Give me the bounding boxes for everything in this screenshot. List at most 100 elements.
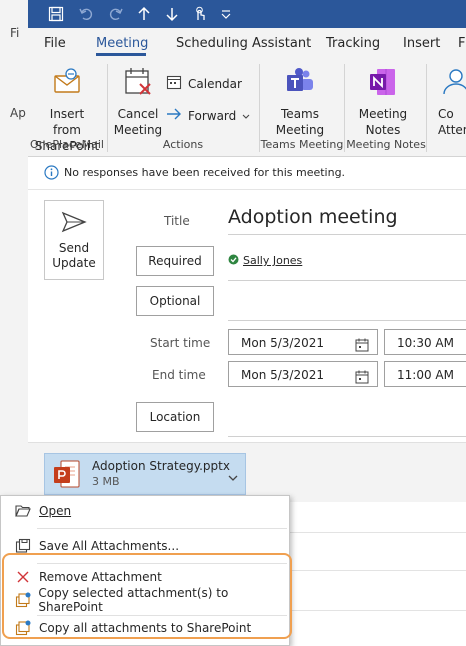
menu-item-open[interactable]: Open [1,500,289,522]
forward-label: Forward [188,108,237,123]
background-menu-fragment: Fi [10,26,20,40]
menu-separator [37,528,287,529]
arrow-up-icon[interactable] [132,0,156,28]
title-input[interactable]: Adoption meeting [228,206,398,228]
arrow-down-icon[interactable] [160,0,184,28]
menu-item-remove-attachment[interactable]: Remove Attachment [1,566,289,588]
calendar-picker-icon[interactable] [355,335,369,361]
sharepoint-copy-all-icon [13,620,33,636]
group-label-oneplacemail: OnePlaceMail [30,138,104,151]
meeting-notes-line1: Meeting [358,107,408,121]
location-underline [228,436,466,437]
tab-file[interactable]: File [44,36,66,51]
teams-meeting-line2: Meeting [275,123,325,137]
forward-button[interactable]: Forward [166,106,250,125]
undo-icon[interactable] [74,0,98,28]
info-icon [44,165,59,183]
required-button[interactable]: Required [136,246,214,276]
end-time-value: 11:00 AM [397,368,454,382]
group-label-meeting-notes: Meeting Notes [346,138,426,151]
tab-meeting[interactable]: Meeting [96,36,148,51]
send-update-line2: Update [52,256,96,270]
chevron-down-icon[interactable] [228,471,238,485]
title-label: Title [164,214,190,228]
start-date-picker[interactable]: Mon 5/3/2021 [228,329,378,355]
start-time-value: 10:30 AM [397,336,454,350]
location-button[interactable]: Location [136,402,214,432]
attachment-context-menu: Open Save All Attachments... Remove Atta… [0,495,290,646]
meeting-form: Send Update Title Adoption meeting Requi… [28,190,466,440]
forward-arrow-icon [166,106,182,125]
menu-item-open-label: Open [39,504,72,518]
insert-sharepoint-line1: Insert from [49,107,85,137]
start-date-value: Mon 5/3/2021 [241,336,325,350]
required-attendee-sally-jones[interactable]: Sally Jones [243,254,302,267]
title-underline [228,234,466,235]
cancel-meeting-line1: Cancel [117,107,159,121]
optional-underline [228,320,466,321]
contact-attendees-line1: Co [438,107,454,121]
remove-x-icon [13,570,33,584]
ribbon-group-separator [426,64,427,152]
title-bar [28,0,466,28]
teams-icon [268,66,332,102]
accepted-check-icon [228,254,239,268]
calendar-label: Calendar [188,76,242,91]
send-update-button[interactable]: Send Update [44,200,104,280]
teams-meeting-line1: Teams [281,107,319,121]
contact-attendees-button[interactable]: Co Atten [438,66,466,138]
teams-meeting-button[interactable]: Teams Meeting [268,66,332,138]
end-time-label: End time [152,368,206,382]
start-time-label: Start time [150,336,211,350]
menu-item-copy-selected-label: Copy selected attachment(s) to SharePoin… [38,586,229,614]
attachment-size: 3 MB [92,475,120,488]
touch-mode-icon[interactable] [188,0,212,28]
ribbon-tabs: File Meeting Scheduling Assistant Tracki… [28,28,466,60]
group-label-actions: Actions [162,138,204,151]
attachment-area: Adoption Strategy.pptx 3 MB [28,442,466,503]
menu-item-save-all-label: Save All Attachments... [39,539,180,553]
optional-button[interactable]: Optional [136,286,214,316]
save-icon[interactable] [44,0,68,28]
required-underline [228,280,466,281]
ribbon-group-separator [344,64,345,152]
tab-format[interactable]: F [458,36,465,51]
send-update-line1: Send [58,241,90,255]
menu-item-save-all-attachments[interactable]: Save All Attachments... [1,535,289,557]
tab-tracking[interactable]: Tracking [326,36,380,51]
meeting-notes-line2: Notes [365,123,401,137]
info-bar-text: No responses have been received for this… [64,166,346,179]
powerpoint-file-icon [53,459,81,492]
end-date-value: Mon 5/3/2021 [241,368,325,382]
menu-item-copy-selected-to-sharepoint[interactable]: Copy selected attachment(s) to SharePoin… [1,586,289,614]
meeting-notes-button[interactable]: Meeting Notes [352,66,414,138]
calendar-cancel-icon [112,66,164,102]
end-date-picker[interactable]: Mon 5/3/2021 [228,361,378,387]
sharepoint-copy-icon [13,592,32,608]
attachment-chip[interactable]: Adoption Strategy.pptx 3 MB [44,453,246,495]
start-time-picker[interactable]: 10:30 AM [384,329,466,355]
contact-attendees-icon [442,66,466,102]
redo-icon[interactable] [104,0,128,28]
menu-separator [37,615,287,616]
active-tab-indicator [96,53,146,56]
calendar-picker-icon[interactable] [355,367,369,393]
tab-scheduling-assistant[interactable]: Scheduling Assistant [176,36,311,51]
save-all-icon [13,538,33,554]
tab-insert[interactable]: Insert [403,36,440,51]
menu-item-copy-all-to-sharepoint[interactable]: Copy all attachments to SharePoint [1,617,289,639]
attachment-name: Adoption Strategy.pptx [92,459,230,473]
calendar-icon [166,74,182,93]
customize-toolbar-icon[interactable] [214,0,238,28]
cancel-meeting-button[interactable]: Cancel Meeting [112,66,164,138]
cancel-meeting-line2: Meeting [113,123,163,137]
calendar-button[interactable]: Calendar [166,74,242,93]
folder-open-icon [13,504,33,518]
chevron-down-icon[interactable] [242,109,250,123]
body-separator [288,610,466,611]
end-time-picker[interactable]: 11:00 AM [384,361,466,387]
body-separator [288,532,466,533]
onenote-icon [352,66,414,102]
send-icon [61,211,87,237]
menu-item-copy-all-label: Copy all attachments to SharePoint [39,621,252,635]
